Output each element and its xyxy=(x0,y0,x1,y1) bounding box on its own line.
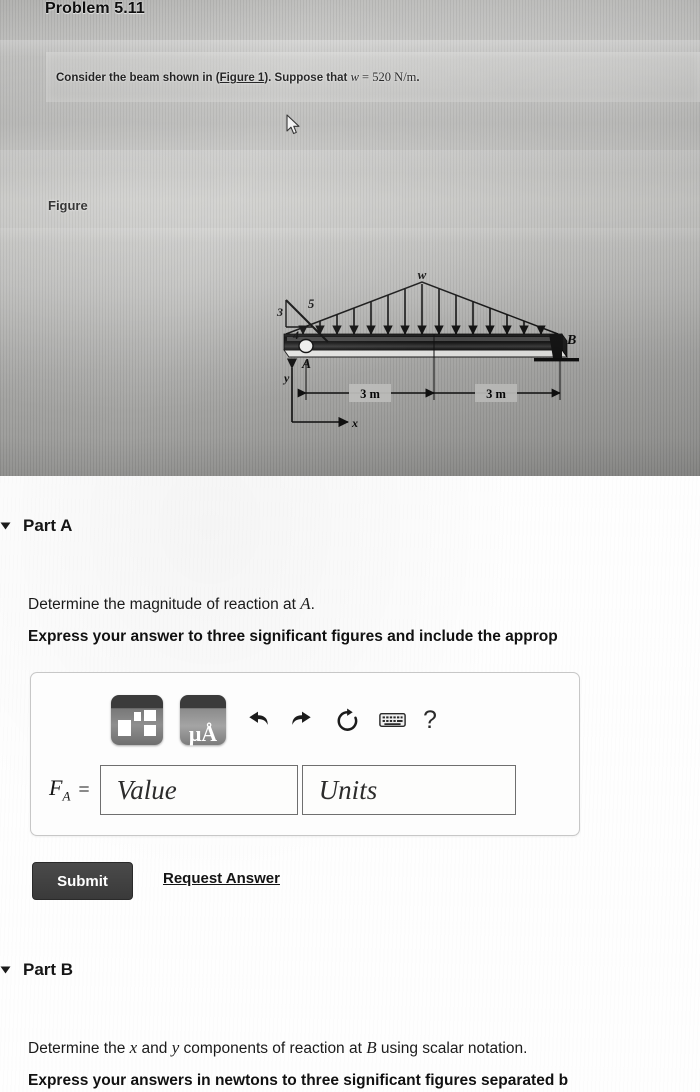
part-b-prompt-pre: Determine the xyxy=(28,1040,130,1057)
request-answer-link[interactable]: Request Answer xyxy=(163,870,280,887)
slope-hyp-label: 5 xyxy=(308,297,314,311)
scan-sheen xyxy=(0,150,700,172)
redo-icon[interactable] xyxy=(288,706,316,734)
mouse-cursor-icon xyxy=(286,114,300,135)
units-placeholder: Units xyxy=(318,774,378,805)
statement-middle: ). Suppose that xyxy=(264,72,351,84)
units-input[interactable]: Units xyxy=(301,765,516,815)
part-b-header[interactable]: Part B xyxy=(0,960,74,980)
part-b-title: Part B xyxy=(23,960,74,979)
submit-button[interactable]: Submit xyxy=(32,862,133,900)
slope-rise-label: 3 xyxy=(276,305,283,319)
part-a-header[interactable]: Part A xyxy=(0,516,73,536)
value-placeholder: Value xyxy=(116,774,177,805)
page-title: Problem 5.11 xyxy=(45,0,145,17)
help-icon[interactable]: ? xyxy=(423,707,437,733)
part-a-prompt-post: . xyxy=(310,596,315,613)
statement-prefix: Consider the beam shown in ( xyxy=(56,72,220,84)
answer-field-row: FA = Value Units xyxy=(49,765,516,815)
load-units: N/m xyxy=(394,70,417,84)
load-value: 520 xyxy=(372,70,391,84)
part-a-prompt: Determine the magnitude of reaction at A… xyxy=(28,594,315,614)
answer-symbol-label: FA xyxy=(49,775,70,804)
part-b-prompt-tail: using scalar notation. xyxy=(376,1040,528,1057)
chevron-down-icon[interactable] xyxy=(0,966,11,974)
part-b-prompt-post: components of reaction at xyxy=(179,1040,367,1057)
math-template-icon[interactable] xyxy=(111,695,163,745)
statement-suffix: . xyxy=(416,72,420,84)
figure-section-label: Figure xyxy=(48,198,88,213)
axis-x-label: x xyxy=(351,416,358,430)
part-b-instruction: Express your answers in newtons to three… xyxy=(28,1072,569,1089)
dimension-left-label: 3 m xyxy=(360,387,380,401)
scan-sheen xyxy=(0,228,700,242)
part-b-prompt-mid: and xyxy=(137,1040,172,1057)
statement-equals: = xyxy=(358,70,373,84)
value-input[interactable]: Value xyxy=(99,765,298,815)
answer-toolbar: μÅ ? xyxy=(111,695,437,745)
dimension-right-label: 3 m xyxy=(486,387,506,401)
part-a-prompt-pre: Determine the magnitude of reaction at xyxy=(28,596,301,613)
answer-symbol: F xyxy=(49,775,63,801)
screen-photo-panel: Problem 5.11 Consider the beam shown in … xyxy=(0,0,700,476)
units-micro-angstrom-icon[interactable]: μÅ xyxy=(180,695,226,745)
part-b-prompt: Determine the x and y components of reac… xyxy=(28,1038,527,1058)
undo-icon[interactable] xyxy=(243,706,271,734)
answer-subscript: A xyxy=(62,788,71,804)
figure-1-link[interactable]: Figure 1 xyxy=(220,72,265,84)
chevron-down-icon[interactable] xyxy=(0,522,11,530)
part-a-answer-card: μÅ ? FA = Value Units xyxy=(30,672,580,836)
point-b-label: B xyxy=(566,333,576,348)
beam-figure: w 3 4 5 A B y x 3 m 3 m xyxy=(270,272,600,452)
part-a-prompt-var: A xyxy=(300,594,311,613)
part-a-instruction: Express your answer to three significant… xyxy=(28,628,558,645)
reset-icon[interactable] xyxy=(333,706,361,734)
load-label-w: w xyxy=(418,272,427,282)
slope-run-label: 4 xyxy=(292,328,299,342)
problem-statement: Consider the beam shown in (Figure 1). S… xyxy=(56,70,420,85)
axis-y-label: y xyxy=(282,371,290,385)
part-a-title: Part A xyxy=(23,516,73,535)
keyboard-icon[interactable] xyxy=(378,706,406,734)
load-variable: w xyxy=(350,70,359,84)
part-b-var-b: B xyxy=(366,1038,377,1057)
answer-equals-sign: = xyxy=(78,778,90,801)
